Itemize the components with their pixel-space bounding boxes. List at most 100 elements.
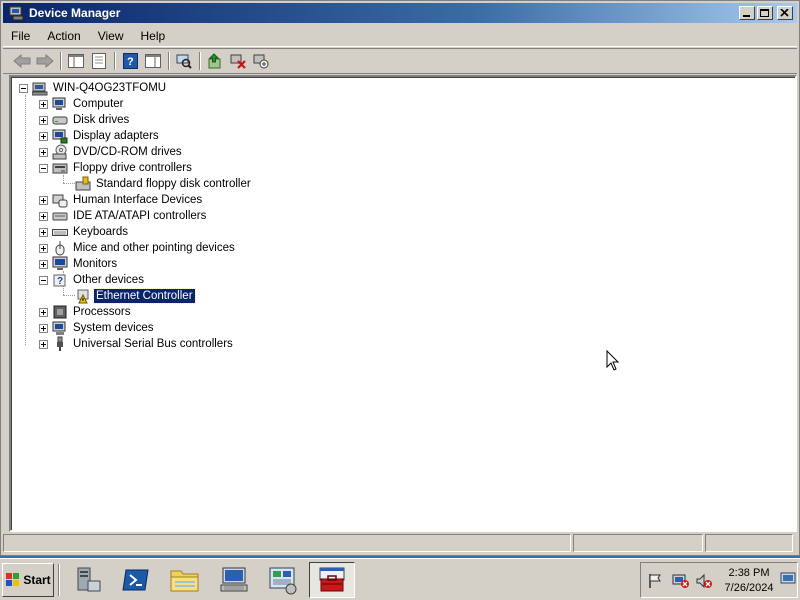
- tree-item-floppy-controllers[interactable]: Floppy drive controllers: [39, 160, 194, 176]
- tree-item-processors[interactable]: Processors: [39, 304, 133, 320]
- tree-item-label: Floppy drive controllers: [73, 162, 192, 174]
- clock-time: 2:38 PM: [728, 567, 770, 579]
- expand-toggle[interactable]: [39, 115, 48, 125]
- tree-item-label: Display adapters: [73, 130, 159, 142]
- volume-muted-icon[interactable]: [696, 573, 714, 589]
- tree-item-label: Keyboards: [73, 226, 128, 238]
- taskbar: Start 2:38 PM 7/26/2024: [0, 558, 800, 600]
- device-manager-taskbar-button[interactable]: [309, 561, 355, 598]
- update-driver-icon[interactable]: [204, 50, 226, 72]
- device-manager-window: Device Manager File Action View Help ? W…: [0, 0, 800, 556]
- expand-toggle[interactable]: [39, 243, 48, 253]
- tree-item-computer[interactable]: Computer: [39, 96, 126, 112]
- monitor-icon: [52, 256, 68, 272]
- tree-item-disk-drives[interactable]: Disk drives: [39, 112, 131, 128]
- device-tree[interactable]: WIN-Q4OG23TFOMU Computer Disk drives Dis…: [9, 75, 797, 532]
- tree-item-ethernet-controller[interactable]: Ethernet Controller: [75, 288, 196, 304]
- svg-text:?: ?: [127, 56, 134, 68]
- tree-root[interactable]: WIN-Q4OG23TFOMU: [19, 80, 168, 96]
- console-tree-icon[interactable]: [65, 50, 87, 72]
- collapse-toggle[interactable]: [39, 275, 48, 285]
- tree-item-label: Computer: [73, 98, 124, 110]
- computer-root-icon: [31, 80, 48, 96]
- dvd-drive-icon: [52, 144, 68, 160]
- menu-action[interactable]: Action: [39, 26, 89, 46]
- clock[interactable]: 2:38 PM 7/26/2024: [719, 566, 779, 596]
- show-desktop-icon[interactable]: [780, 570, 796, 586]
- usb-icon: [52, 336, 68, 352]
- expand-toggle[interactable]: [39, 307, 48, 317]
- window-title: Device Manager: [29, 6, 121, 20]
- menu-help[interactable]: Help: [133, 26, 175, 46]
- expand-toggle[interactable]: [39, 259, 48, 269]
- tree-item-mice[interactable]: Mice and other pointing devices: [39, 240, 237, 256]
- menu-view[interactable]: View: [90, 26, 133, 46]
- status-bar: [3, 534, 797, 554]
- network-error-icon[interactable]: [672, 573, 690, 589]
- forward-icon[interactable]: [34, 50, 56, 72]
- status-panel: [705, 534, 793, 552]
- system-devices-icon: [52, 320, 68, 336]
- status-panel-main: [3, 534, 571, 552]
- expand-toggle[interactable]: [39, 339, 48, 349]
- server-manager-button[interactable]: [64, 562, 110, 598]
- tree-item-dvd-drives[interactable]: DVD/CD-ROM drives: [39, 144, 184, 160]
- powershell-button[interactable]: [113, 562, 159, 598]
- expand-toggle[interactable]: [39, 211, 48, 221]
- tree-connector: [63, 295, 75, 296]
- toolbar-separator: [199, 52, 201, 70]
- tree-item-label: Disk drives: [73, 114, 130, 126]
- tree-item-label: System devices: [73, 322, 154, 334]
- back-icon[interactable]: [11, 50, 33, 72]
- tree-connector: [63, 175, 64, 183]
- tree-item-monitors[interactable]: Monitors: [39, 256, 119, 272]
- tree-item-display-adapters[interactable]: Display adapters: [39, 128, 161, 144]
- expand-toggle[interactable]: [39, 227, 48, 237]
- hid-icon: [52, 192, 68, 208]
- tree-item-label: Other devices: [73, 274, 144, 286]
- minimize-button[interactable]: [739, 6, 755, 20]
- mouse-icon: [52, 240, 68, 256]
- expand-toggle[interactable]: [39, 147, 48, 157]
- collapse-toggle[interactable]: [39, 163, 48, 173]
- tree-item-label: Standard floppy disk controller: [96, 178, 251, 190]
- tree-item-hid[interactable]: Human Interface Devices: [39, 192, 204, 208]
- title-bar[interactable]: Device Manager: [3, 3, 797, 23]
- keyboard-icon: [52, 224, 68, 240]
- tree-item-other-devices[interactable]: ? Other devices: [39, 272, 146, 288]
- tree-item-usb[interactable]: Universal Serial Bus controllers: [39, 336, 235, 352]
- tree-item-label: Processors: [73, 306, 131, 318]
- start-label: Start: [23, 572, 51, 587]
- tree-item-standard-floppy[interactable]: Standard floppy disk controller: [75, 176, 253, 192]
- action-pane-icon[interactable]: [142, 50, 164, 72]
- tree-item-keyboards[interactable]: Keyboards: [39, 224, 130, 240]
- action-center-flag-icon[interactable]: [647, 573, 663, 589]
- menu-file[interactable]: File: [3, 26, 39, 46]
- help-icon[interactable]: ?: [119, 50, 141, 72]
- expand-toggle[interactable]: [39, 131, 48, 141]
- mouse-cursor-icon: [606, 350, 620, 371]
- windows-flag-icon: [6, 572, 20, 586]
- scan-hardware-icon[interactable]: [173, 50, 195, 72]
- enable-device-icon[interactable]: [250, 50, 272, 72]
- processor-icon: [52, 304, 68, 320]
- expand-toggle[interactable]: [39, 195, 48, 205]
- properties-icon[interactable]: [88, 50, 110, 72]
- explorer-button[interactable]: [162, 562, 208, 598]
- tree-item-system-devices[interactable]: System devices: [39, 320, 156, 336]
- collapse-toggle[interactable]: [19, 83, 28, 93]
- start-button[interactable]: Start: [2, 562, 54, 597]
- close-button[interactable]: [777, 6, 793, 20]
- clock-date: 7/26/2024: [724, 582, 774, 594]
- expand-toggle[interactable]: [39, 99, 48, 109]
- remote-desktop-button[interactable]: [211, 562, 257, 598]
- device-manager-icon: [9, 5, 25, 21]
- expand-toggle[interactable]: [39, 323, 48, 333]
- tree-item-label: Mice and other pointing devices: [73, 242, 235, 254]
- uninstall-icon[interactable]: [227, 50, 249, 72]
- control-panel-button[interactable]: [260, 562, 306, 598]
- floppy-controller-icon: [75, 176, 91, 192]
- maximize-button[interactable]: [757, 6, 773, 20]
- toolbar-separator: [114, 52, 116, 70]
- tree-item-ide-controllers[interactable]: IDE ATA/ATAPI controllers: [39, 208, 208, 224]
